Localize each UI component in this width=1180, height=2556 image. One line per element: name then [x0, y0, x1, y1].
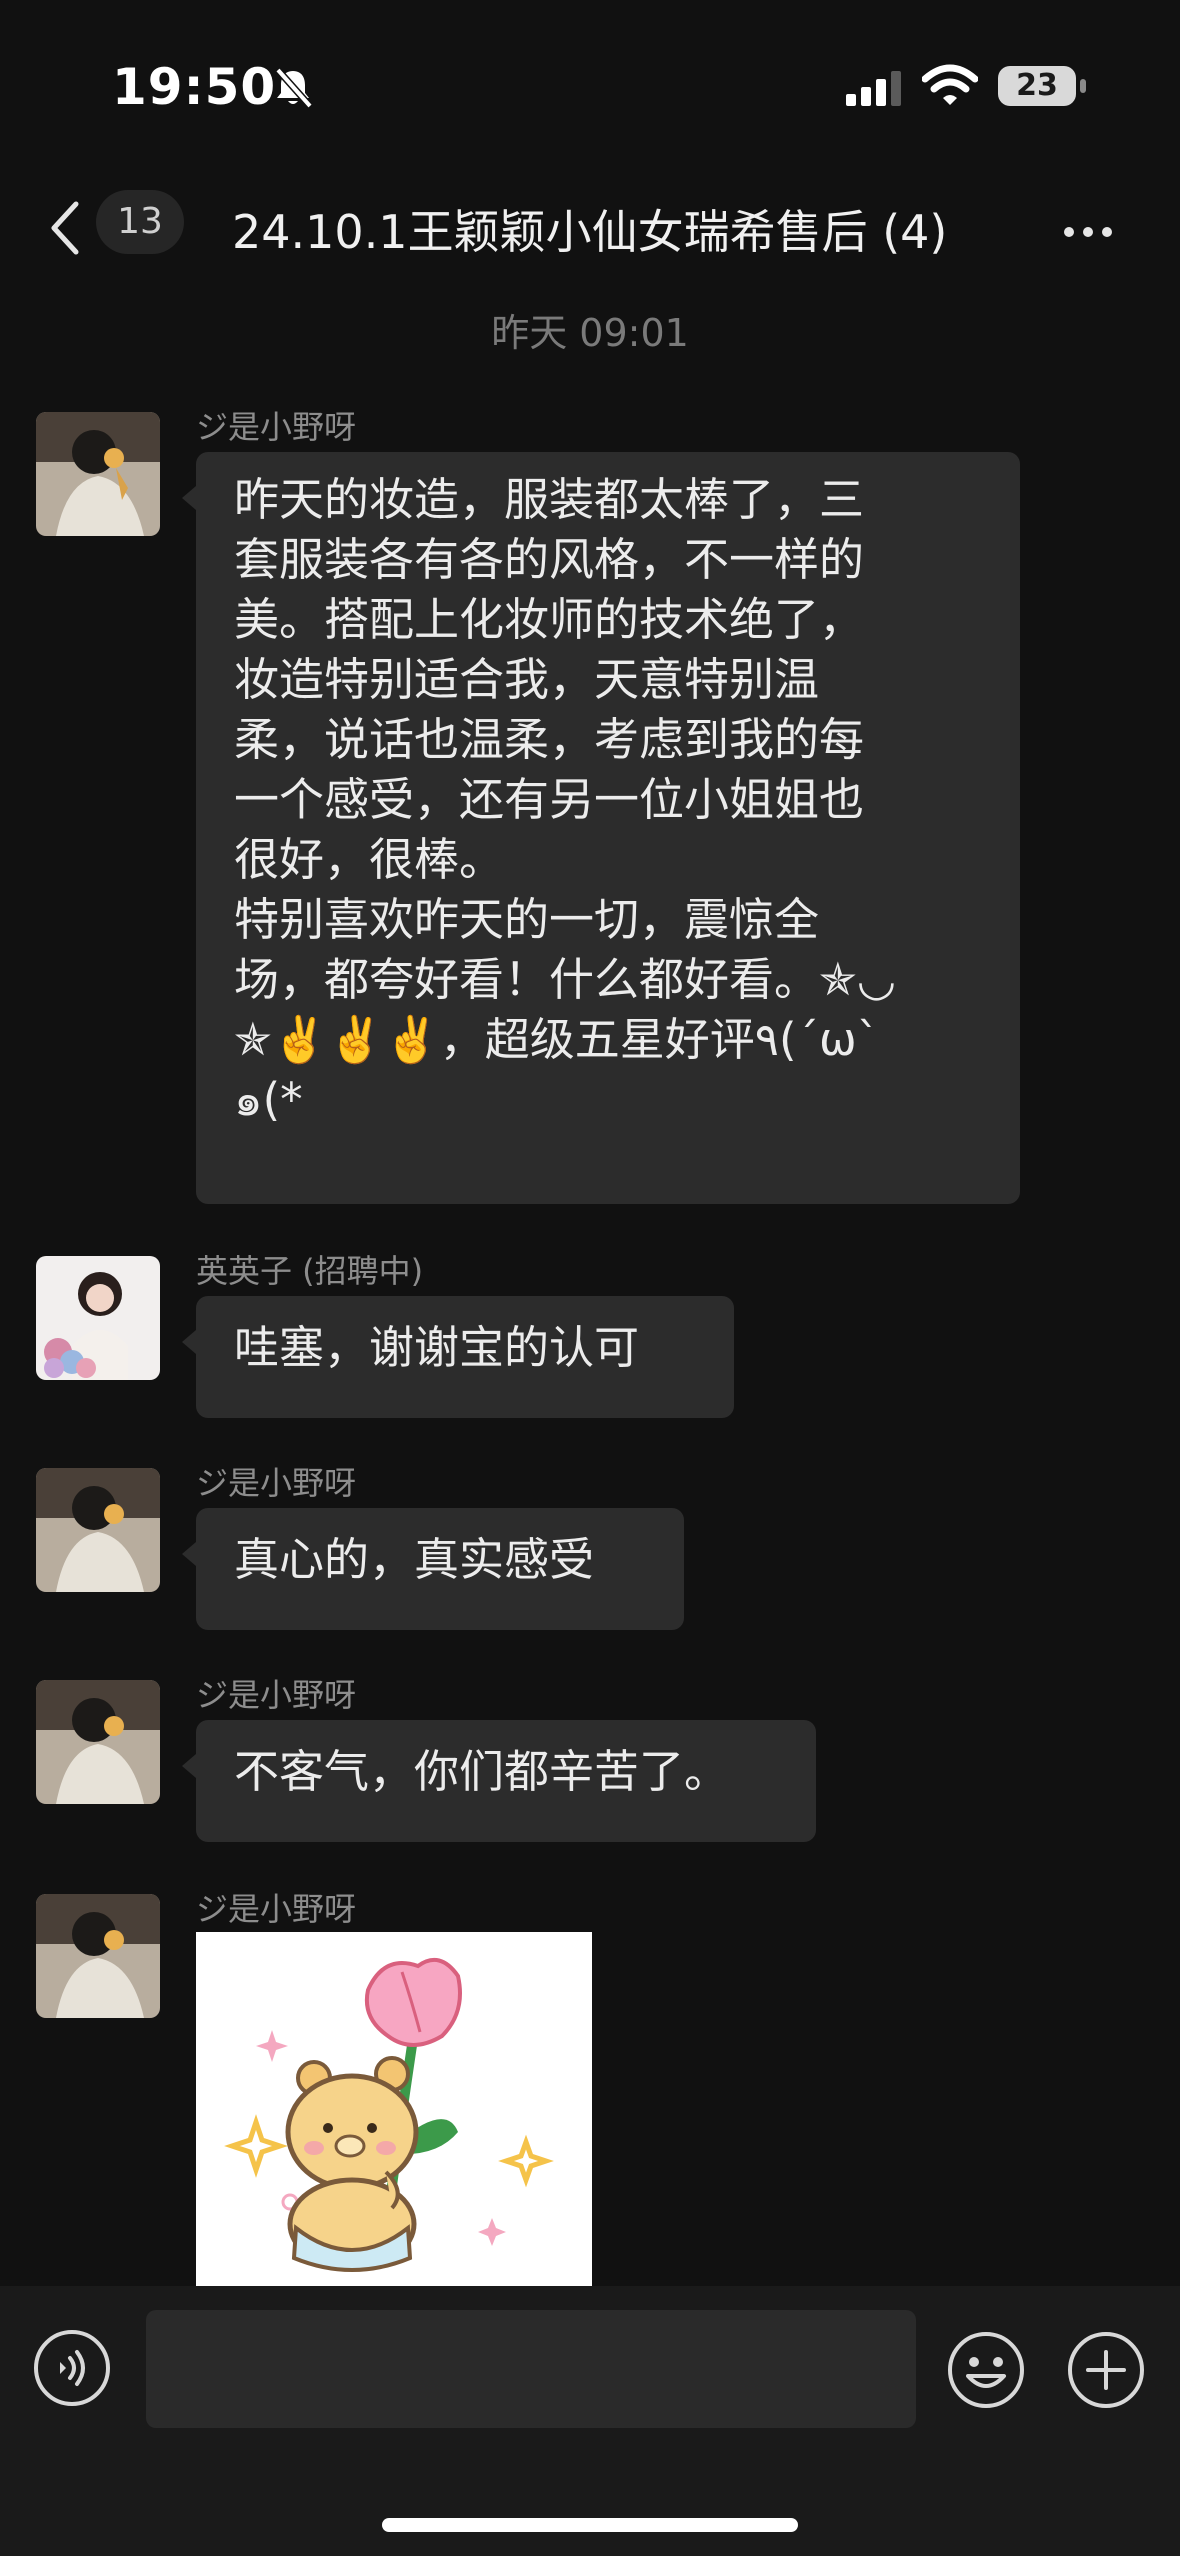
- plus-icon[interactable]: [1066, 2330, 1146, 2410]
- home-indicator: [382, 2518, 798, 2532]
- sender-name: ジ是小野呀: [196, 408, 357, 446]
- sender-name: ジ是小野呀: [196, 1890, 357, 1928]
- sender-name: ジ是小野呀: [196, 1676, 357, 1714]
- avatar[interactable]: [36, 1894, 160, 2018]
- avatar[interactable]: [36, 412, 160, 536]
- wifi-icon: [921, 64, 979, 112]
- message-bubble[interactable]: 昨天的妆造，服装都太棒了，三 套服装各有各的风格，不一样的 美。搭配上化妆师的技…: [182, 452, 1020, 1204]
- status-time: 19:50: [112, 58, 277, 116]
- avatar[interactable]: [36, 1256, 160, 1380]
- chat-header: 13 24.10.1王颖颖小仙女瑞希售后 (4): [0, 170, 1180, 288]
- message-timestamp: 昨天 09:01: [491, 311, 689, 355]
- message-bubble[interactable]: 真心的，真实感受: [182, 1508, 684, 1630]
- message-input[interactable]: [146, 2310, 916, 2428]
- emoji-icon[interactable]: [946, 2330, 1026, 2410]
- avatar[interactable]: [36, 1680, 160, 1804]
- status-bar: 19:50 23: [0, 0, 1180, 170]
- unread-count-badge[interactable]: 13: [96, 190, 184, 254]
- chevron-left-icon[interactable]: [48, 200, 82, 260]
- message-bubble[interactable]: 哇塞，谢谢宝的认可: [182, 1296, 734, 1418]
- ellipsis-icon[interactable]: [1064, 222, 1121, 241]
- avatar[interactable]: [36, 1468, 160, 1592]
- chat-input-bar: [0, 2286, 1180, 2556]
- battery-level: 23: [1016, 68, 1058, 103]
- voice-input-icon[interactable]: [34, 2330, 110, 2406]
- cellular-signal-icon: [846, 70, 906, 110]
- message-bubble[interactable]: 不客气，你们都辛苦了。: [182, 1720, 816, 1842]
- bell-slash-icon: [270, 64, 316, 114]
- chat-title: 24.10.1王颖颖小仙女瑞希售后 (4): [232, 205, 948, 259]
- sender-name: 英英子 (招聘中): [196, 1252, 424, 1290]
- bear-with-tulip-sticker[interactable]: [196, 1932, 592, 2290]
- sender-name: ジ是小野呀: [196, 1464, 357, 1502]
